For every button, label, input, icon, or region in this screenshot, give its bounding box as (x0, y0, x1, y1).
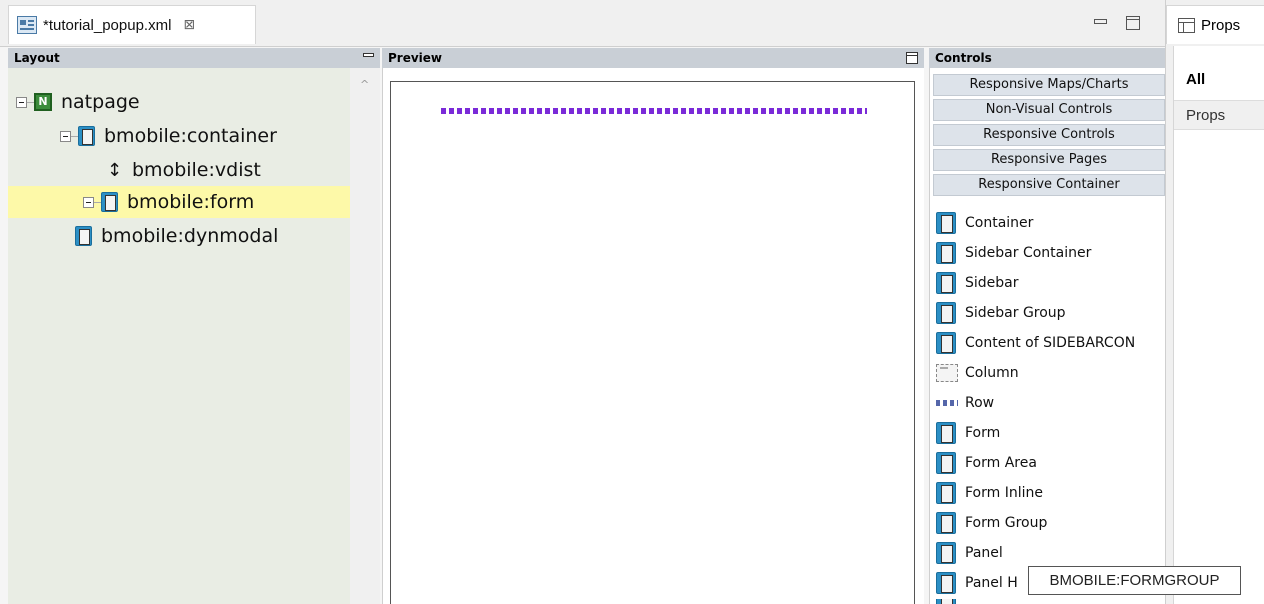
tree-item-label: bmobile:form (127, 191, 255, 213)
tab-all[interactable]: All (1174, 66, 1264, 94)
container-icon (936, 272, 956, 294)
tree-item-dynmodal[interactable]: bmobile:dynmodal (75, 220, 278, 252)
preview-panel-title: Preview (388, 51, 443, 65)
container-icon (936, 482, 956, 504)
control-item-label: Sidebar Group (965, 305, 1066, 321)
vdist-icon: ↕ (106, 159, 123, 181)
editor-tab-bar: *tutorial_popup.xml ⊠ (0, 0, 1165, 47)
control-item-partial[interactable] (936, 599, 965, 604)
collapse-icon[interactable] (83, 196, 94, 208)
container-icon (936, 452, 956, 474)
control-item-sidebar-group[interactable]: Sidebar Group (936, 299, 1066, 327)
tree-connector (71, 135, 78, 137)
control-item-sidebar-container[interactable]: Sidebar Container (936, 239, 1091, 267)
tree-item-label: natpage (61, 91, 140, 113)
control-item-label: Form Area (965, 455, 1037, 471)
editor-tab[interactable]: *tutorial_popup.xml ⊠ (8, 5, 256, 44)
control-item-label: Panel H (965, 575, 1018, 591)
scroll-up-icon[interactable]: ^ (360, 78, 369, 91)
properties-icon (1178, 17, 1195, 33)
dynmodal-icon (75, 226, 92, 246)
container-icon (936, 542, 956, 564)
natpage-icon: N (34, 93, 52, 111)
properties-tab[interactable]: Props (1166, 5, 1264, 44)
layout-tree: N natpage bmobile:container ↕ bmobile:vd… (8, 68, 350, 604)
container-icon (936, 302, 956, 324)
control-item-panel-h[interactable]: Panel H (936, 569, 1018, 597)
form-icon (101, 192, 118, 212)
control-item-label: Panel (965, 545, 1003, 561)
container-icon (936, 332, 956, 354)
control-item-sidebar-content[interactable]: Content of SIDEBARCON (936, 329, 1135, 357)
tree-item-vdist[interactable]: ↕ bmobile:vdist (106, 154, 261, 186)
layout-panel-title: Layout (14, 51, 60, 65)
container-icon (936, 212, 956, 234)
control-item-container[interactable]: Container (936, 209, 1033, 237)
tab-props[interactable]: Props (1174, 100, 1264, 130)
properties-view: Props All Props (1165, 0, 1264, 604)
control-item-label: Form Group (965, 515, 1048, 531)
control-item-label: Form (965, 425, 1001, 441)
control-item-label: Sidebar (965, 275, 1019, 291)
tree-connector (27, 101, 34, 103)
minimize-icon[interactable] (1093, 16, 1107, 30)
controls-panel-header: Controls (929, 48, 1165, 68)
tree-item-container[interactable]: bmobile:container (60, 120, 277, 152)
layout-scrollbar[interactable]: ^ (350, 68, 380, 604)
maximize-icon[interactable] (906, 52, 918, 64)
layout-panel: N natpage bmobile:container ↕ bmobile:vd… (8, 68, 380, 604)
container-icon (936, 572, 956, 594)
minimize-icon[interactable] (363, 53, 374, 57)
control-item-label: Content of SIDEBARCON (965, 335, 1136, 351)
control-item-sidebar[interactable]: Sidebar (936, 269, 1019, 297)
xml-file-icon (17, 16, 37, 34)
editor-tab-title: *tutorial_popup.xml (43, 16, 172, 34)
category-responsive-pages[interactable]: Responsive Pages (933, 149, 1165, 171)
row-icon (936, 400, 958, 406)
category-responsive-controls[interactable]: Responsive Controls (933, 124, 1165, 146)
layout-panel-header: Layout (8, 48, 380, 68)
control-item-row[interactable]: Row (936, 389, 994, 417)
controls-panel: Responsive Maps/Charts Non-Visual Contro… (929, 68, 1165, 604)
tree-item-label: bmobile:container (104, 125, 277, 147)
control-item-form-area[interactable]: Form Area (936, 449, 1037, 477)
control-item-panel[interactable]: Panel (936, 539, 1003, 567)
container-icon (936, 512, 956, 534)
vdist-marker[interactable] (441, 108, 867, 114)
tree-item-label: bmobile:dynmodal (101, 225, 279, 247)
collapse-icon[interactable] (16, 96, 27, 108)
controls-panel-title: Controls (935, 51, 992, 65)
close-icon[interactable]: ⊠ (183, 17, 195, 33)
control-item-label: Form Inline (965, 485, 1043, 501)
category-responsive-maps-charts[interactable]: Responsive Maps/Charts (933, 74, 1165, 96)
properties-tab-label: Props (1201, 16, 1241, 34)
control-item-form-inline[interactable]: Form Inline (936, 479, 1043, 507)
control-item-label: Sidebar Container (965, 245, 1092, 261)
control-item-label: Row (965, 395, 995, 411)
properties-body: All Props (1173, 46, 1264, 604)
category-non-visual-controls[interactable]: Non-Visual Controls (933, 99, 1165, 121)
tree-item-label: bmobile:vdist (132, 159, 261, 181)
column-icon (936, 364, 958, 382)
control-item-column[interactable]: Column (936, 359, 1019, 387)
control-item-label: Column (965, 365, 1019, 381)
collapse-icon[interactable] (60, 130, 71, 142)
category-responsive-container[interactable]: Responsive Container (933, 174, 1165, 196)
tree-item-form[interactable]: bmobile:form (8, 186, 350, 218)
control-item-form[interactable]: Form (936, 419, 1000, 447)
maximize-icon[interactable] (1126, 16, 1140, 30)
preview-canvas[interactable] (390, 81, 915, 604)
container-icon (936, 599, 956, 604)
container-icon (78, 126, 95, 146)
preview-panel (382, 68, 924, 604)
tooltip: BMOBILE:FORMGROUP (1028, 566, 1241, 595)
preview-panel-header: Preview (382, 48, 924, 68)
tree-connector (94, 201, 101, 203)
control-item-label: Container (965, 215, 1034, 231)
container-icon (936, 422, 956, 444)
tree-item-natpage[interactable]: N natpage (16, 86, 140, 118)
container-icon (936, 242, 956, 264)
control-item-form-group[interactable]: Form Group (936, 509, 1047, 537)
